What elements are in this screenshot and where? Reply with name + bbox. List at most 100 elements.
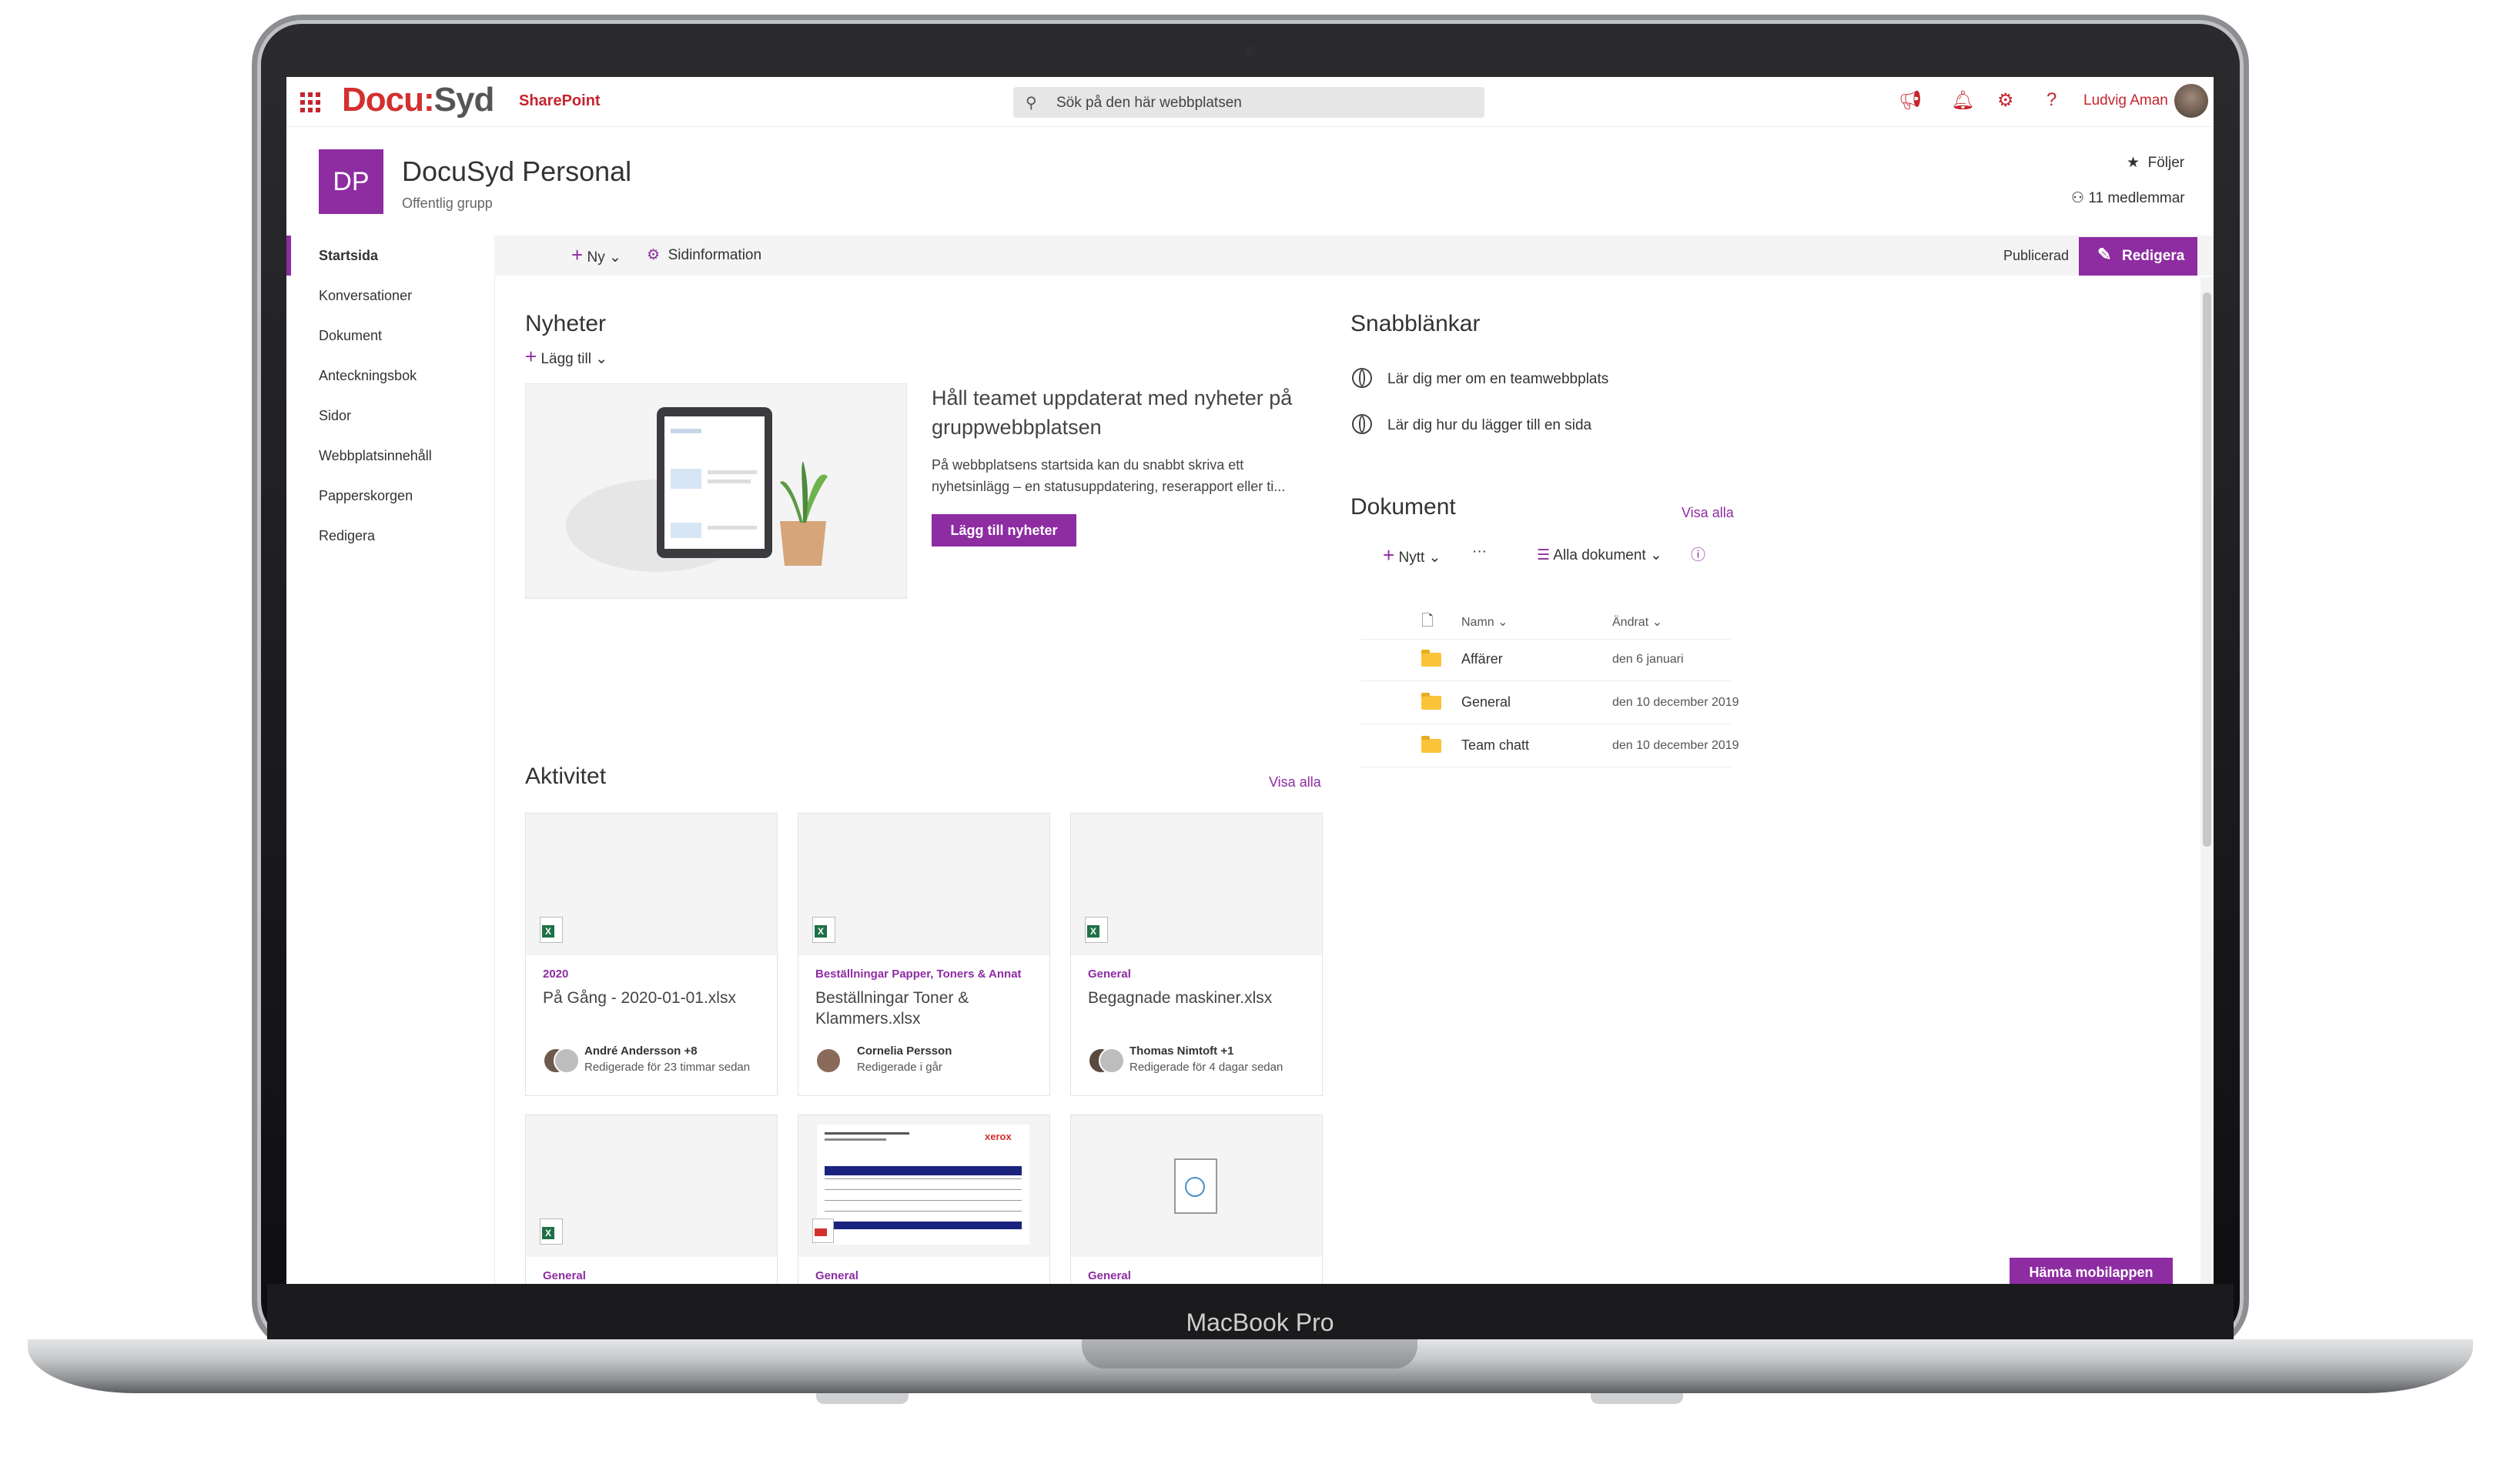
documents-see-all-link[interactable]: Visa alla [1682, 505, 1734, 521]
divider [1361, 639, 1731, 640]
chevron-down-icon: ⌄ [595, 351, 608, 367]
activity-see-all-link[interactable]: Visa alla [1269, 774, 1321, 790]
nav-item-dokument[interactable]: Dokument [319, 328, 382, 344]
page-info-button[interactable]: ⚙ Sidinformation [647, 246, 761, 264]
avatar [815, 1045, 846, 1075]
members-button[interactable]: ⚇ 11 medlemmar [2071, 189, 2185, 207]
avatar[interactable] [2174, 84, 2208, 118]
nav-active-indicator [286, 236, 291, 276]
camera-icon [1245, 46, 1256, 57]
card-preview: xerox [798, 1115, 1049, 1257]
document-row-date: den 10 december 2019 [1612, 696, 1739, 709]
card-time: Redigerade för 4 dagar sedan [1129, 1061, 1283, 1074]
list-icon: ☰ [1537, 547, 1551, 563]
bell-icon[interactable]: 🔔︎ [1951, 89, 1974, 112]
help-icon[interactable]: ? [2046, 89, 2056, 111]
activity-card[interactable]: X Beställningar Papper, Toners & Annat B… [798, 813, 1050, 1096]
view-selector[interactable]: ☰ Alla dokument ⌄ [1537, 546, 1662, 564]
nav-item-redigera[interactable]: Redigera [319, 528, 375, 544]
laptop-foot [1591, 1393, 1683, 1404]
chevron-down-icon: ⌄ [1649, 547, 1662, 563]
document-row-name[interactable]: Affärer [1461, 651, 1503, 667]
document-row-name[interactable]: Team chatt [1461, 737, 1529, 754]
document-row-date: den 10 december 2019 [1612, 739, 1739, 752]
document-row-date: den 6 januari [1612, 653, 1684, 666]
news-headline: Håll teamet uppdaterat med nyheter på gr… [932, 386, 1293, 439]
card-author: André Andersson +8 [584, 1045, 698, 1058]
site-title: DocuSyd Personal [402, 155, 632, 187]
site-logo: DP [319, 149, 383, 214]
quicklink-item[interactable]: Lär dig hur du lägger till en sida [1387, 417, 1591, 434]
search-input[interactable]: ⚲ Sök på den här webbplatsen [1013, 87, 1484, 118]
card-title[interactable]: Begagnade maskiner.xlsx [1088, 988, 1311, 1008]
xerox-logo: xerox [985, 1131, 1012, 1142]
person-icon: ⚇ [2071, 190, 2085, 206]
nav-item-startsida[interactable]: Startsida [319, 248, 378, 264]
card-author: Thomas Nimtoft +1 [1129, 1045, 1234, 1058]
card-title[interactable]: På Gång - 2020-01-01.xlsx [543, 988, 766, 1008]
nav-item-konversationer[interactable]: Konversationer [319, 288, 412, 304]
info-icon[interactable]: ⓘ [1691, 543, 1705, 564]
card-site[interactable]: General [1088, 1269, 1131, 1282]
card-preview [1071, 1115, 1322, 1257]
left-nav: Startsida Konversationer Dokument Anteck… [286, 236, 495, 1284]
pdf-icon [812, 1218, 834, 1243]
column-modified[interactable]: Ändrat ⌄ [1612, 614, 1662, 630]
activity-card[interactable]: xerox General [798, 1115, 1050, 1284]
card-site[interactable]: Beställningar Papper, Toners & Annat [815, 968, 1022, 981]
column-name[interactable]: Namn ⌄ [1461, 614, 1508, 630]
get-mobile-app-button[interactable]: Hämta mobilappen [2010, 1258, 2173, 1284]
search-placeholder: Sök på den här webbplatsen [1056, 95, 1242, 111]
new-document-button[interactable]: + Nytt ⌄ [1383, 543, 1441, 567]
excel-icon: X [540, 1218, 563, 1245]
search-icon: ⚲ [1026, 95, 1037, 112]
news-title: Nyheter [525, 311, 607, 336]
gear-icon[interactable]: ⚙ [1997, 89, 2014, 112]
card-site[interactable]: General [815, 1269, 858, 1282]
folder-icon [1421, 693, 1441, 710]
follow-button[interactable]: ★ Följer [2127, 154, 2184, 172]
nav-item-sidor[interactable]: Sidor [319, 408, 351, 424]
avatar [1088, 1045, 1125, 1075]
card-preview [1071, 814, 1322, 955]
nav-item-anteckningsbok[interactable]: Anteckningsbok [319, 368, 417, 384]
published-status: Publicerad [2003, 248, 2070, 263]
app-name[interactable]: SharePoint [519, 92, 601, 110]
docusyd-logo[interactable]: Docu:Syd [342, 81, 494, 119]
card-site[interactable]: General [543, 1269, 586, 1282]
plus-icon: + [1383, 543, 1395, 567]
megaphone-icon[interactable]: 📢︎ [1899, 89, 1922, 112]
news-illustration [525, 383, 907, 599]
card-site[interactable]: 2020 [543, 968, 568, 981]
card-time: Redigerade för 23 timmar sedan [584, 1061, 751, 1074]
user-name[interactable]: Ludvig Aman [2083, 92, 2168, 109]
web-file-icon [1174, 1158, 1217, 1214]
quicklink-item[interactable]: Lär dig mer om en teamwebbplats [1387, 371, 1608, 388]
card-preview [798, 814, 1049, 955]
app-launcher-icon[interactable] [300, 92, 320, 112]
new-button[interactable]: + Ny ⌄ [571, 243, 621, 267]
add-news-button[interactable]: Lägg till nyheter [932, 514, 1076, 546]
scrollbar-thumb[interactable] [2203, 292, 2211, 847]
activity-card[interactable]: X General [525, 1115, 778, 1284]
plus-icon: + [571, 243, 584, 266]
activity-card[interactable]: General [1070, 1115, 1323, 1284]
activity-card[interactable]: X General Begagnade maskiner.xlsx Thomas… [1070, 813, 1323, 1096]
more-icon[interactable]: ··· [1472, 543, 1487, 560]
document-row-name[interactable]: General [1461, 694, 1511, 710]
screen: Docu:Syd SharePoint ⚲ Sök på den här web… [286, 77, 2214, 1284]
nav-item-webbplatsinnehall[interactable]: Webbplatsinnehåll [319, 448, 432, 464]
nav-item-papperskorgen[interactable]: Papperskorgen [319, 488, 413, 504]
activity-title: Aktivitet [525, 764, 607, 789]
globe-icon [1352, 414, 1372, 434]
card-site[interactable]: General [1088, 968, 1131, 981]
globe-icon [1352, 368, 1372, 388]
add-news-link[interactable]: + Lägg till ⌄ [525, 345, 607, 369]
card-title[interactable]: Beställningar Toner & Klammers.xlsx [815, 988, 1039, 1029]
activity-card[interactable]: X 2020 På Gång - 2020-01-01.xlsx André A… [525, 813, 778, 1096]
folder-icon [1421, 736, 1441, 753]
edit-button[interactable]: ✎ Redigera [2079, 237, 2197, 276]
avatar [543, 1045, 580, 1075]
site-subtitle: Offentlig grupp [402, 196, 493, 211]
chevron-down-icon: ⌄ [1428, 550, 1441, 566]
